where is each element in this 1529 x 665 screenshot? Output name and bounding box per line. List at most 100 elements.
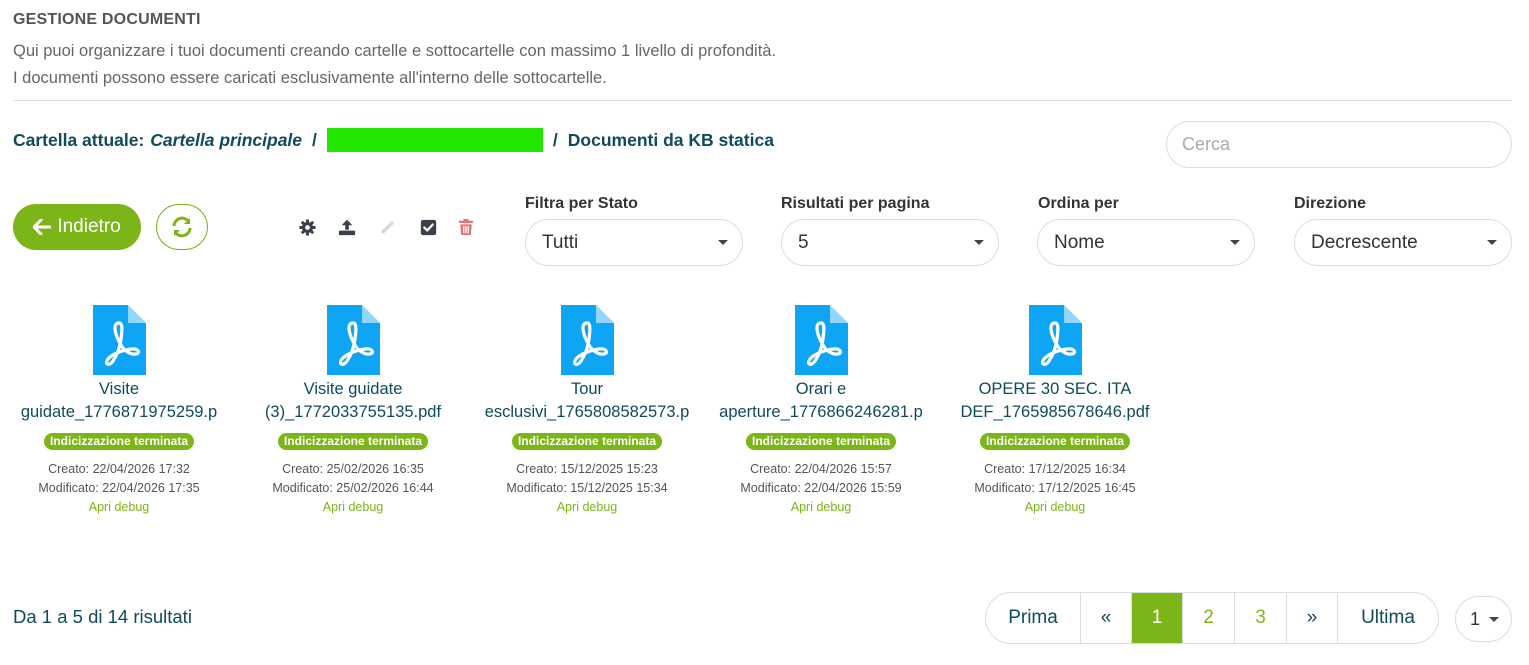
page-number-value: 1 bbox=[1470, 608, 1481, 629]
gear-icon bbox=[298, 218, 316, 236]
document-name-line-2: esclusivi_1765808582573.p bbox=[484, 403, 690, 421]
document-modified: Modificato: 22/04/2026 15:59 bbox=[740, 481, 902, 495]
document-name[interactable]: Visite guidate (3)_1772033755135.pdf bbox=[250, 378, 456, 424]
select-all-button[interactable] bbox=[419, 218, 437, 236]
description-line-2: I documenti possono essere caricati escl… bbox=[13, 69, 607, 87]
direction-select[interactable]: Decrescente bbox=[1294, 219, 1512, 266]
pagination-last[interactable]: Ultima bbox=[1338, 593, 1438, 643]
per-page-select[interactable]: 5 bbox=[781, 219, 999, 266]
checkbox-icon bbox=[420, 219, 436, 235]
pagination-next[interactable]: » bbox=[1287, 593, 1338, 643]
document-name[interactable]: OPERE 30 SEC. ITA DEF_1765985678646.pdf bbox=[952, 378, 1158, 424]
chevron-down-icon bbox=[974, 240, 984, 245]
document-name-line-1: Visite bbox=[98, 380, 140, 398]
pdf-file-icon bbox=[92, 305, 146, 375]
description-line-1: Qui puoi organizzare i tuoi documenti cr… bbox=[13, 42, 777, 60]
breadcrumb-current: Documenti da KB statica bbox=[567, 129, 774, 150]
per-page-value: 5 bbox=[798, 231, 809, 253]
open-debug-link[interactable]: Apri debug bbox=[952, 498, 1158, 516]
open-debug-link[interactable]: Apri debug bbox=[718, 498, 924, 516]
chevron-down-icon bbox=[718, 240, 728, 245]
settings-button[interactable] bbox=[298, 218, 316, 236]
status-badge: Indicizzazione terminata bbox=[43, 433, 195, 450]
document-modified: Modificato: 15/12/2025 15:34 bbox=[506, 481, 668, 495]
document-card[interactable]: Visite guidate_1776871975259.p Indicizza… bbox=[16, 305, 222, 516]
document-card[interactable]: Tour esclusivi_1765808582573.p Indicizza… bbox=[484, 305, 690, 516]
direction-value: Decrescente bbox=[1311, 231, 1418, 253]
search-input[interactable] bbox=[1166, 121, 1512, 168]
chevron-down-icon bbox=[1230, 240, 1240, 245]
document-created: Creato: 17/12/2025 16:34 bbox=[984, 462, 1126, 476]
breadcrumb-prefix: Cartella attuale: bbox=[13, 129, 145, 150]
document-modified: Modificato: 17/12/2025 16:45 bbox=[974, 481, 1136, 495]
refresh-button[interactable] bbox=[156, 204, 208, 250]
chevron-down-icon bbox=[1489, 617, 1499, 622]
document-modified: Modificato: 25/02/2026 16:44 bbox=[272, 481, 434, 495]
pdf-file-icon bbox=[794, 305, 848, 375]
results-summary: Da 1 a 5 di 14 risultati bbox=[13, 606, 192, 627]
arrow-left-icon bbox=[33, 219, 52, 235]
pagination-page-3[interactable]: 3 bbox=[1235, 593, 1287, 643]
back-button[interactable]: Indietro bbox=[13, 204, 141, 250]
status-filter-select[interactable]: Tutti bbox=[525, 219, 743, 266]
document-card[interactable]: Orari e aperture_1776866246281.p Indiciz… bbox=[718, 305, 924, 516]
document-name-line-2: DEF_1765985678646.pdf bbox=[960, 403, 1150, 421]
sort-by-label: Ordina per bbox=[1038, 195, 1119, 212]
page-description: Qui puoi organizzare i tuoi documenti cr… bbox=[13, 38, 776, 92]
open-debug-link[interactable]: Apri debug bbox=[16, 498, 222, 516]
document-name[interactable]: Orari e aperture_1776866246281.p bbox=[718, 378, 924, 424]
breadcrumb-redacted-folder[interactable] bbox=[326, 128, 543, 152]
breadcrumb-root-link[interactable]: Cartella principale bbox=[150, 130, 302, 151]
document-created: Creato: 22/04/2026 15:57 bbox=[750, 462, 892, 476]
sort-by-value: Nome bbox=[1054, 231, 1105, 253]
document-name-line-1: Tour bbox=[570, 380, 604, 398]
pdf-file-icon bbox=[326, 305, 380, 375]
chevron-down-icon bbox=[1487, 240, 1497, 245]
document-modified: Modificato: 22/04/2026 17:35 bbox=[38, 481, 200, 495]
document-name-line-1: Visite guidate bbox=[303, 380, 403, 398]
direction-label: Direzione bbox=[1294, 195, 1367, 212]
pdf-file-icon bbox=[560, 305, 614, 375]
open-debug-link[interactable]: Apri debug bbox=[484, 498, 690, 516]
pagination-prev[interactable]: « bbox=[1081, 593, 1132, 643]
document-created: Creato: 15/12/2025 15:23 bbox=[516, 462, 658, 476]
document-name[interactable]: Tour esclusivi_1765808582573.p bbox=[484, 378, 690, 424]
page-title: GESTIONE DOCUMENTI bbox=[13, 11, 201, 28]
document-name[interactable]: Visite guidate_1776871975259.p bbox=[16, 378, 222, 424]
document-card[interactable]: Visite guidate (3)_1772033755135.pdf Ind… bbox=[250, 305, 456, 516]
page-number-select[interactable]: 1 bbox=[1455, 596, 1512, 642]
document-name-line-2: aperture_1776866246281.p bbox=[719, 403, 923, 421]
sort-by-select[interactable]: Nome bbox=[1037, 219, 1255, 266]
document-card[interactable]: OPERE 30 SEC. ITA DEF_1765985678646.pdf … bbox=[952, 305, 1158, 516]
document-name-line-2: guidate_1776871975259.p bbox=[20, 403, 218, 421]
status-badge: Indicizzazione terminata bbox=[979, 433, 1131, 450]
pagination-page-2[interactable]: 2 bbox=[1183, 593, 1235, 643]
document-created: Creato: 22/04/2026 17:32 bbox=[48, 462, 190, 476]
document-name-line-1: OPERE 30 SEC. ITA bbox=[978, 380, 1132, 398]
status-badge: Indicizzazione terminata bbox=[277, 433, 429, 450]
delete-button[interactable] bbox=[457, 218, 475, 236]
document-name-line-2: (3)_1772033755135.pdf bbox=[264, 403, 442, 421]
pagination: Prima « 1 2 3 » Ultima bbox=[985, 592, 1439, 644]
open-debug-link[interactable]: Apri debug bbox=[250, 498, 456, 516]
pagination-page-1[interactable]: 1 bbox=[1132, 593, 1183, 643]
breadcrumb: Cartella attuale: Cartella principale / … bbox=[13, 128, 774, 152]
pdf-file-icon bbox=[1028, 305, 1082, 375]
upload-button[interactable] bbox=[338, 218, 356, 236]
status-badge: Indicizzazione terminata bbox=[745, 433, 897, 450]
back-button-label: Indietro bbox=[57, 216, 121, 237]
document-created: Creato: 25/02/2026 16:35 bbox=[282, 462, 424, 476]
status-badge: Indicizzazione terminata bbox=[511, 433, 663, 450]
header-divider bbox=[13, 100, 1512, 101]
pagination-first[interactable]: Prima bbox=[986, 593, 1081, 643]
status-filter-label: Filtra per Stato bbox=[525, 195, 638, 212]
breadcrumb-separator: / bbox=[312, 129, 317, 150]
refresh-icon bbox=[172, 216, 192, 238]
breadcrumb-separator: / bbox=[552, 129, 558, 150]
per-page-label: Risultati per pagina bbox=[781, 195, 930, 212]
edit-button[interactable] bbox=[379, 218, 397, 236]
status-filter-value: Tutti bbox=[542, 231, 579, 253]
upload-icon bbox=[338, 219, 356, 236]
trash-icon bbox=[458, 219, 474, 235]
pencil-icon bbox=[381, 220, 395, 234]
